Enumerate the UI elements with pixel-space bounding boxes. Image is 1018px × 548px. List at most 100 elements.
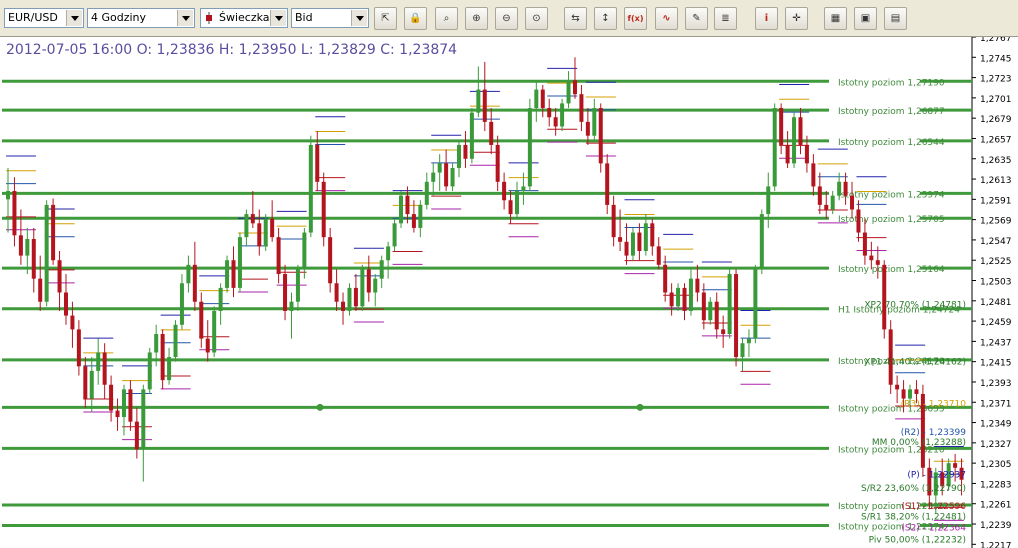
level-marker xyxy=(636,403,644,411)
candle-body xyxy=(321,181,326,238)
function-button[interactable]: f(x) xyxy=(624,7,647,30)
candle-body xyxy=(302,232,307,270)
candle-body xyxy=(618,237,623,242)
zoom-out-icon: ⊖ xyxy=(502,13,511,24)
chevron-down-icon[interactable] xyxy=(177,10,193,26)
candle-body xyxy=(708,301,713,321)
interval-select[interactable]: 4 Godziny xyxy=(87,8,195,28)
chevron-down-icon[interactable] xyxy=(351,10,367,26)
candle-body xyxy=(6,191,10,200)
zoom-icon: ⌕ xyxy=(443,13,450,24)
vertical-scale-icon: ↕ xyxy=(601,13,610,24)
y-tick-label: 1,2283 xyxy=(980,480,1012,490)
template-button[interactable]: ▤ xyxy=(884,7,907,30)
zoom-fit-button[interactable]: ⊙ xyxy=(525,7,548,30)
candle-body xyxy=(444,163,449,187)
y-tick-label: 1,2635 xyxy=(980,156,1012,166)
zoom-out-button[interactable]: ⊖ xyxy=(495,7,518,30)
chevron-down-icon[interactable] xyxy=(66,10,82,26)
chart-type-select[interactable]: Świeczka xyxy=(200,8,288,28)
pivot-annotation: XP1 41,40% (1,24162) xyxy=(864,358,966,368)
pivot-annotation: (S1) - 1,22596 xyxy=(901,502,966,512)
candle-body xyxy=(882,264,887,330)
candle-body xyxy=(366,269,371,293)
y-tick-label: 1,2723 xyxy=(980,75,1012,85)
info-button[interactable]: i xyxy=(755,7,778,30)
y-tick-label: 1,2657 xyxy=(980,135,1012,145)
candle-body xyxy=(270,218,275,238)
candle-body xyxy=(463,144,468,159)
chevron-down-icon[interactable] xyxy=(270,10,286,26)
candle-body xyxy=(792,117,797,164)
candle-body xyxy=(850,195,855,210)
y-tick-label: 1,2679 xyxy=(980,115,1012,125)
candle-body xyxy=(901,389,906,399)
candle-body xyxy=(399,195,404,224)
y-tick-label: 1,2767 xyxy=(980,37,1012,44)
candle-body xyxy=(766,186,771,215)
candle-body xyxy=(753,269,758,339)
vertical-scale-button[interactable]: ↕ xyxy=(594,7,617,30)
candle-body xyxy=(70,315,75,330)
candle-body xyxy=(508,200,513,215)
candle-body xyxy=(676,287,681,307)
candle-body xyxy=(553,117,558,127)
candle-body xyxy=(527,108,532,187)
drawing-button[interactable]: ✎ xyxy=(685,7,708,30)
grid-button[interactable]: ▦ xyxy=(824,7,847,30)
lock-button[interactable]: 🔒 xyxy=(404,7,427,30)
y-tick-label: 1,2591 xyxy=(980,196,1012,206)
indicator-icon: ∿ xyxy=(662,13,671,24)
y-tick-label: 1,2349 xyxy=(980,420,1012,430)
pivot-annotation: XP2 70,70% (1,24781) xyxy=(864,300,966,310)
candle-body xyxy=(244,214,249,238)
candle-body xyxy=(547,108,552,118)
notes-button[interactable]: ≣ xyxy=(714,7,737,30)
candle-body xyxy=(102,352,107,385)
candle-body xyxy=(502,181,507,201)
zoom-button[interactable]: ⌕ xyxy=(435,7,458,30)
candle-body xyxy=(495,144,500,182)
level-label: Istotny poziom 1,27190 xyxy=(838,78,945,88)
scroll-button[interactable]: ⇆ xyxy=(564,7,587,30)
pivot-annotation: (P) - 1,22937 xyxy=(907,471,966,481)
candle-body xyxy=(727,274,732,335)
candle-body xyxy=(212,310,217,353)
y-tick-label: 1,2525 xyxy=(980,257,1012,267)
cursor-button[interactable]: ⇱ xyxy=(374,7,397,30)
candle-body xyxy=(759,214,764,270)
candle-body xyxy=(895,384,900,390)
symbol-select[interactable]: EUR/USD xyxy=(4,8,84,28)
candle-body xyxy=(250,214,255,224)
candle-body xyxy=(482,89,487,122)
candle-body xyxy=(63,292,68,316)
y-tick-label: 1,2459 xyxy=(980,318,1012,328)
pivot-annotation: (R2) - 1,23399 xyxy=(901,428,966,438)
pivot-annotation: S/R1 38,20% (1,22481) xyxy=(861,513,966,523)
ohlc-header: 2012-07-05 16:00 O: 1,23836 H: 1,23950 L… xyxy=(6,42,458,58)
crosshair-button[interactable]: ✛ xyxy=(785,7,808,30)
price-side-select[interactable]: Bid xyxy=(291,8,369,28)
indicator-button[interactable]: ∿ xyxy=(655,7,678,30)
candle-body xyxy=(31,239,36,279)
level-label: Istotny poziom 1,25974 xyxy=(838,190,945,200)
pivot-annotation: (S2) - 1,22364 xyxy=(901,523,966,533)
zoom-in-button[interactable]: ⊕ xyxy=(465,7,488,30)
candle-body xyxy=(424,181,429,205)
candle-body xyxy=(405,195,410,215)
save-button[interactable]: ▣ xyxy=(854,7,877,30)
candle-body xyxy=(115,410,120,418)
y-tick-label: 1,2701 xyxy=(980,95,1012,105)
y-tick-label: 1,2217 xyxy=(980,541,1012,548)
candlestick-chart[interactable]: 1,2767 1,2745 1,2723 1,2701 1,2679 1,2657 1,26… xyxy=(0,37,1018,548)
candle-body xyxy=(701,292,706,321)
candle-body xyxy=(682,287,687,311)
y-tick-label: 1,2393 xyxy=(980,379,1012,389)
candle-body xyxy=(276,237,281,275)
y-tick-label: 1,2437 xyxy=(980,338,1012,348)
candle-icon xyxy=(205,12,213,24)
candle-body xyxy=(469,112,474,159)
drawing-icon: ✎ xyxy=(692,13,701,24)
candle-body xyxy=(630,232,635,256)
candle-body xyxy=(869,255,874,261)
